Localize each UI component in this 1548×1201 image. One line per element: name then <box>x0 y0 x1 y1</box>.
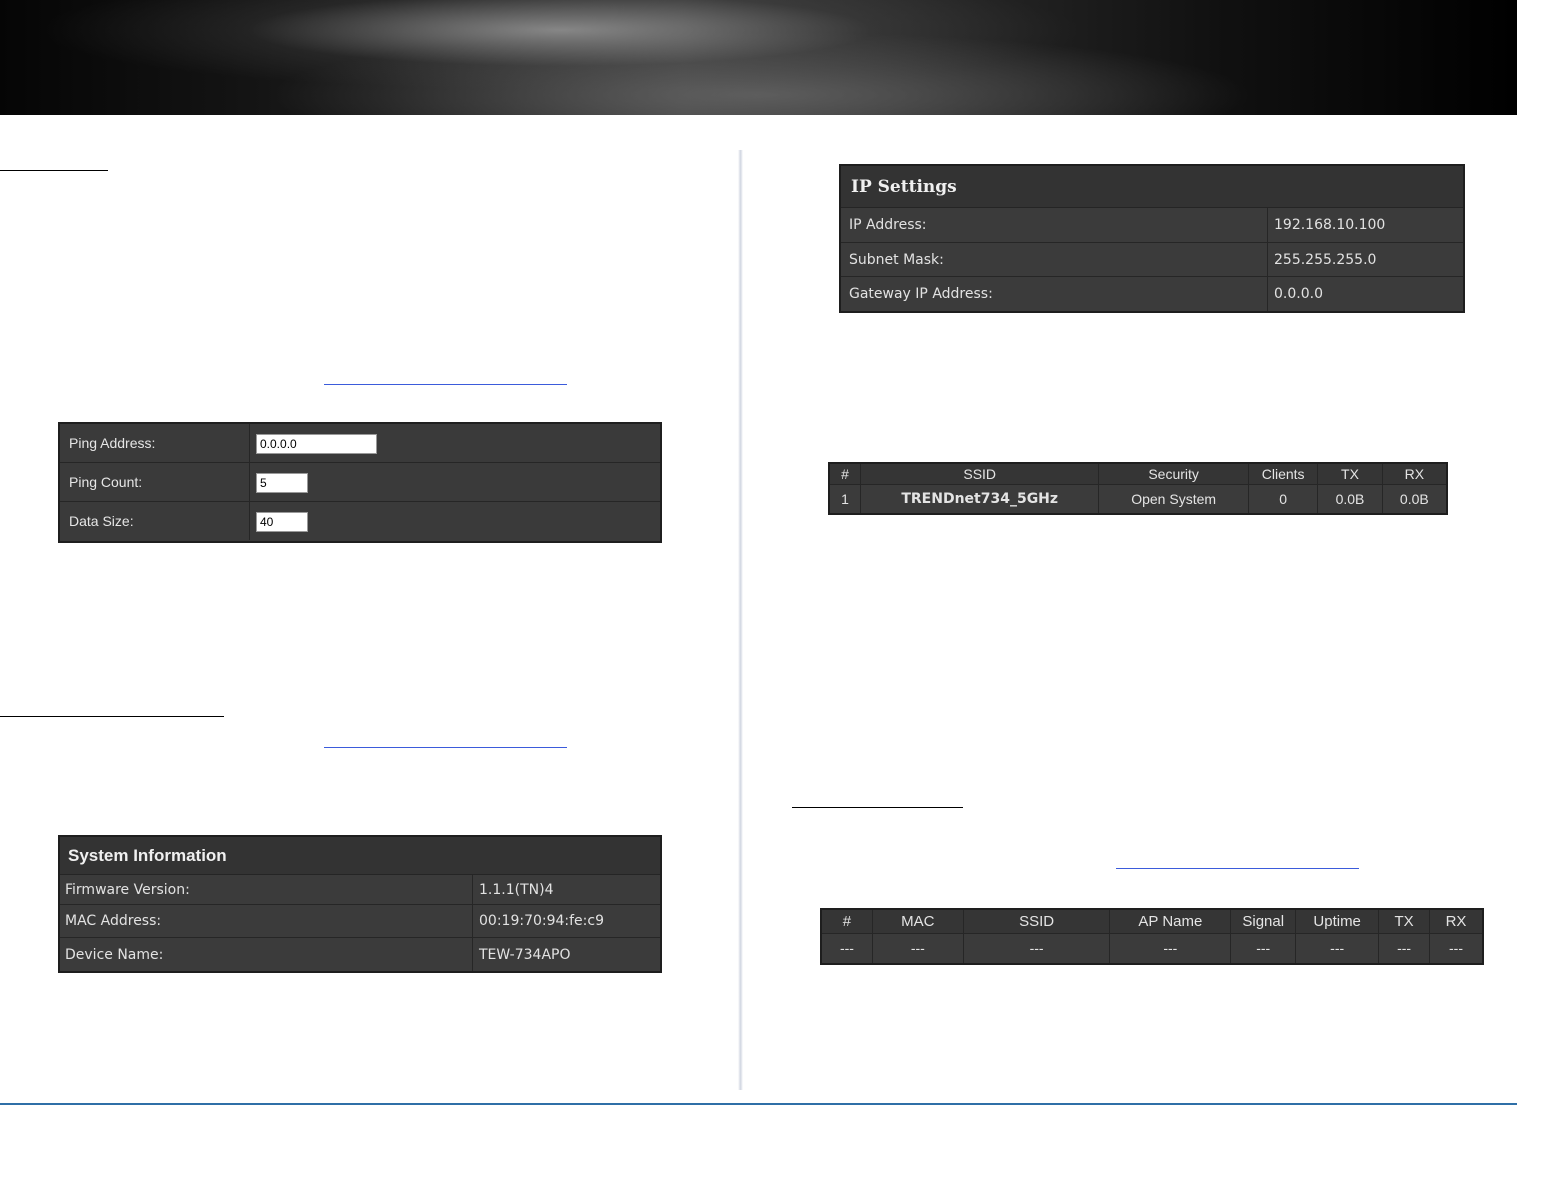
gateway-ip-row: Gateway IP Address: 0.0.0.0 <box>841 277 1463 311</box>
subnet-mask-label: Subnet Mask: <box>849 251 944 268</box>
col-header-security: Security <box>1098 462 1249 485</box>
ping-count-label: Ping Count: <box>60 463 250 501</box>
col-header-rx: RX <box>1381 462 1448 485</box>
client-index-cell: --- <box>820 932 873 965</box>
client-ssid-cell: --- <box>962 932 1111 965</box>
mac-address-value: 00:19:70:94:fe:c9 <box>472 905 660 937</box>
device-name-row: Device Name: TEW-734APO <box>60 938 660 971</box>
mac-address-row: MAC Address: 00:19:70:94:fe:c9 <box>60 905 660 938</box>
footer-divider <box>0 1103 1517 1105</box>
wireless-clients-table: # MAC SSID AP Name Signal Uptime TX RX -… <box>820 908 1484 965</box>
device-name-label: Device Name: <box>65 946 164 963</box>
system-information-title: System Information <box>60 837 660 875</box>
firmware-version-value: 1.1.1(TN)4 <box>472 875 660 904</box>
ip-settings-panel: IP Settings IP Address: 192.168.10.100 S… <box>839 164 1465 313</box>
ping-count-input[interactable] <box>256 473 308 493</box>
table-row: 1 TRENDnet734_5GHz Open System 0 0.0B 0.… <box>828 483 1448 515</box>
col-header-index: # <box>828 462 862 485</box>
gateway-ip-value: 0.0.0.0 <box>1267 277 1463 311</box>
client-mac-cell: --- <box>871 932 964 965</box>
column-divider <box>738 150 743 1090</box>
hyperlink-underline[interactable] <box>324 384 567 385</box>
col-header-rx: RX <box>1429 908 1484 934</box>
col-header-tx: TX <box>1378 908 1431 934</box>
col-header-clients: Clients <box>1247 462 1319 485</box>
subnet-mask-value: 255.255.255.0 <box>1267 243 1463 276</box>
firmware-version-row: Firmware Version: 1.1.1(TN)4 <box>60 875 660 905</box>
subnet-mask-row: Subnet Mask: 255.255.255.0 <box>841 243 1463 277</box>
data-size-input[interactable] <box>256 512 308 532</box>
section-heading-underline <box>0 716 224 717</box>
ssid-security-cell: Open System <box>1098 483 1249 515</box>
data-size-row: Data Size: <box>60 502 660 540</box>
ssid-index-cell: 1 <box>828 483 862 515</box>
section-heading-underline <box>792 807 963 808</box>
data-size-label: Data Size: <box>60 502 250 540</box>
ssid-table: # SSID Security Clients TX RX 1 TRENDnet… <box>828 462 1448 515</box>
col-header-ssid: SSID <box>962 908 1111 934</box>
col-header-ap-name: AP Name <box>1109 908 1232 934</box>
section-heading-underline <box>0 170 108 171</box>
mac-address-label: MAC Address: <box>65 913 162 929</box>
ping-settings-panel: Ping Address: Ping Count: Data Size: <box>58 422 662 543</box>
hyperlink-underline[interactable] <box>324 747 567 748</box>
ip-address-label: IP Address: <box>849 217 927 233</box>
ssid-tx-cell: 0.0B <box>1317 483 1383 515</box>
client-tx-cell: --- <box>1378 932 1431 965</box>
table-row: --- --- --- --- --- --- --- --- <box>820 932 1484 965</box>
ssid-clients-cell: 0 <box>1247 483 1319 515</box>
ssid-rx-cell: 0.0B <box>1381 483 1448 515</box>
firmware-version-label: Firmware Version: <box>65 881 190 898</box>
ping-address-input[interactable] <box>256 434 377 454</box>
header-banner <box>0 0 1517 115</box>
gateway-ip-label: Gateway IP Address: <box>849 286 993 302</box>
ping-address-row: Ping Address: <box>60 424 660 463</box>
ip-address-value: 192.168.10.100 <box>1267 208 1463 242</box>
col-header-index: # <box>820 908 873 934</box>
ping-count-row: Ping Count: <box>60 463 660 502</box>
col-header-uptime: Uptime <box>1295 908 1380 934</box>
client-uptime-cell: --- <box>1295 932 1380 965</box>
col-header-ssid: SSID <box>860 462 1100 485</box>
ip-address-row: IP Address: 192.168.10.100 <box>841 208 1463 243</box>
client-signal-cell: --- <box>1230 932 1297 965</box>
ssid-name-cell: TRENDnet734_5GHz <box>860 483 1100 515</box>
client-ap-name-cell: --- <box>1109 932 1232 965</box>
ip-settings-title: IP Settings <box>841 166 1463 208</box>
col-header-signal: Signal <box>1230 908 1297 934</box>
system-information-panel: System Information Firmware Version: 1.1… <box>58 835 662 973</box>
hyperlink-underline[interactable] <box>1116 868 1359 869</box>
client-rx-cell: --- <box>1429 932 1484 965</box>
col-header-mac: MAC <box>871 908 964 934</box>
col-header-tx: TX <box>1317 462 1383 485</box>
ping-address-label: Ping Address: <box>60 424 250 462</box>
device-name-value: TEW-734APO <box>472 938 660 971</box>
